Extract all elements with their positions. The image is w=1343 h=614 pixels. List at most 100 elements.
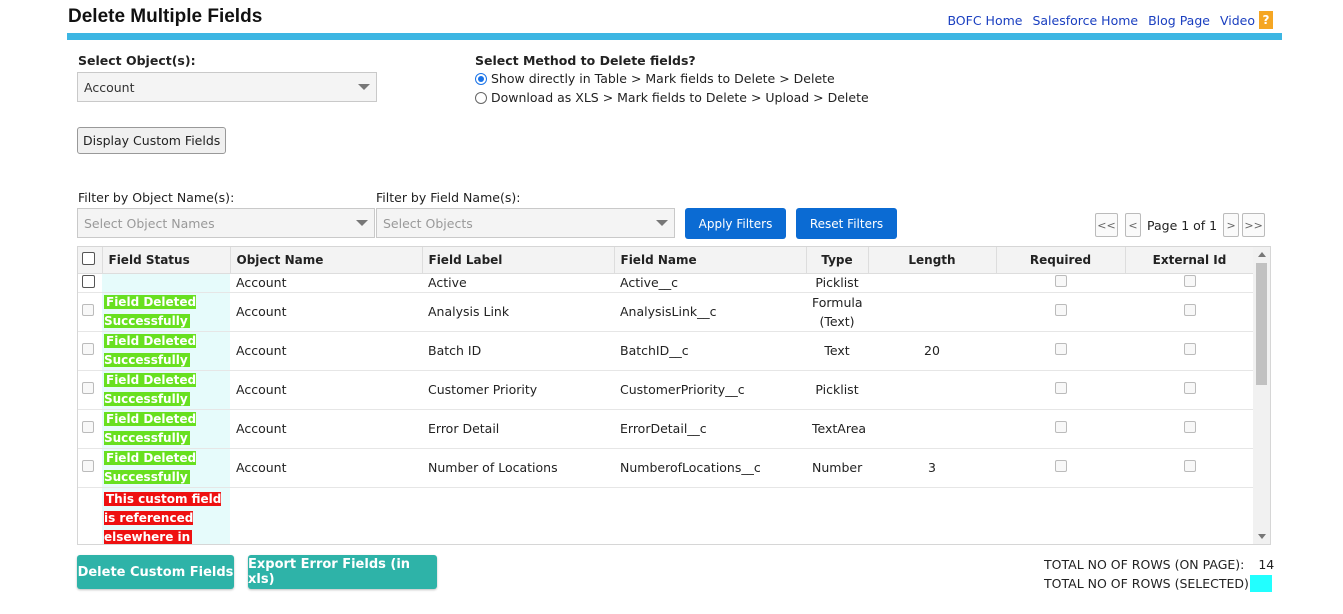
external-id-cell — [1125, 370, 1254, 410]
field-name-cell: ErrorDetail__c — [614, 409, 806, 449]
scroll-up-icon[interactable] — [1258, 252, 1266, 257]
length-cell: 20 — [868, 331, 996, 371]
field-status-cell: Field Deleted Successfully — [102, 409, 230, 449]
table-row: Field Deleted Successfully Account Numbe… — [78, 448, 1254, 488]
external-id-cell — [1125, 273, 1254, 293]
total-on-page-value: 14 — [1258, 557, 1275, 572]
next-page-button[interactable]: > — [1223, 213, 1240, 237]
scroll-down-icon[interactable] — [1258, 534, 1266, 539]
reset-filters-button[interactable]: Reset Filters — [796, 208, 897, 239]
select-object-dropdown[interactable]: Account — [77, 72, 377, 102]
field-label-cell: Number of Locations — [422, 448, 614, 488]
required-cell — [996, 292, 1125, 332]
empty-cell — [230, 487, 1254, 544]
required-cell — [996, 273, 1125, 293]
total-on-page-label: TOTAL NO OF ROWS (ON PAGE): — [1044, 557, 1245, 572]
field-label-cell: Analysis Link — [422, 292, 614, 332]
field-label-cell: Customer Priority — [422, 370, 614, 410]
row-select-cell — [78, 487, 102, 544]
filter-field-dropdown[interactable]: Select Objects — [376, 208, 675, 238]
scrollbar-thumb[interactable] — [1256, 263, 1267, 385]
table-row: This custom field is referenced elsewher… — [78, 487, 1254, 544]
object-name-cell: Account — [230, 448, 422, 488]
field-name-cell: Active__c — [614, 273, 806, 293]
external-id-cell — [1125, 409, 1254, 449]
method-option-xls-label: Download as XLS > Mark fields to Delete … — [491, 90, 869, 105]
radio-selected-icon[interactable] — [475, 72, 487, 85]
select-object-value: Account — [84, 79, 135, 95]
required-checkbox — [1054, 343, 1067, 355]
field-label-cell: Active — [422, 273, 614, 293]
total-rows-on-page: TOTAL NO OF ROWS (ON PAGE): 14 — [1044, 557, 1274, 572]
row-checkbox — [82, 382, 94, 394]
external-id-checkbox — [1183, 460, 1196, 472]
object-name-cell: Account — [230, 409, 422, 449]
method-option-table[interactable]: Show directly in Table > Mark fields to … — [475, 71, 835, 86]
filter-field-label: Filter by Field Name(s): — [376, 190, 521, 205]
row-checkbox — [82, 304, 94, 316]
prev-page-button[interactable]: < — [1125, 213, 1141, 237]
method-option-table-label: Show directly in Table > Mark fields to … — [491, 71, 835, 86]
length-cell — [868, 409, 996, 449]
page-title: Delete Multiple Fields — [68, 6, 263, 27]
field-status-cell: This custom field is referenced elsewher… — [102, 487, 230, 544]
field-name-cell: BatchID__c — [614, 331, 806, 371]
field-status-cell — [102, 273, 230, 293]
table-scrollbar[interactable] — [1253, 247, 1270, 544]
field-status-cell: Field Deleted Successfully — [102, 292, 230, 332]
external-id-checkbox — [1183, 304, 1196, 316]
header-external-id[interactable]: External Id — [1125, 247, 1255, 274]
select-all-checkbox[interactable] — [82, 251, 95, 265]
export-error-fields-button[interactable]: Export Error Fields (in xls) — [248, 555, 437, 589]
link-video[interactable]: Video — [1220, 13, 1255, 28]
row-select-cell — [78, 448, 102, 488]
object-name-cell: Account — [230, 331, 422, 371]
pagination: << < Page 1 of 1 > >> — [1095, 213, 1266, 237]
link-blog-page[interactable]: Blog Page — [1148, 13, 1210, 28]
required-cell — [996, 331, 1125, 371]
external-id-checkbox — [1183, 275, 1196, 287]
header-accent-bar — [67, 33, 1282, 40]
length-cell — [868, 370, 996, 410]
object-name-cell: Account — [230, 273, 422, 293]
total-selected-label: TOTAL NO OF ROWS (SELECTED): — [1044, 576, 1254, 591]
chevron-down-icon — [356, 220, 368, 226]
row-select-cell — [78, 409, 102, 449]
apply-filters-button[interactable]: Apply Filters — [685, 208, 786, 239]
header-object-name[interactable]: Object Name — [230, 247, 423, 274]
filter-field-placeholder: Select Objects — [383, 215, 473, 231]
help-icon[interactable]: ? — [1259, 11, 1273, 29]
external-id-cell — [1125, 331, 1254, 371]
row-checkbox[interactable] — [82, 274, 95, 288]
table-row: Field Deleted Successfully Account Custo… — [78, 370, 1254, 410]
delete-custom-fields-button[interactable]: Delete Custom Fields — [77, 555, 234, 589]
external-id-checkbox — [1183, 343, 1196, 355]
filter-object-dropdown[interactable]: Select Object Names — [77, 208, 375, 238]
required-checkbox — [1054, 304, 1067, 316]
link-bofc-home[interactable]: BOFC Home — [947, 13, 1022, 28]
display-custom-fields-button[interactable]: Display Custom Fields — [77, 127, 227, 154]
header-field-name[interactable]: Field Name — [614, 247, 807, 274]
length-cell: 3 — [868, 448, 996, 488]
row-select-cell — [78, 331, 102, 371]
link-salesforce-home[interactable]: Salesforce Home — [1032, 13, 1138, 28]
type-cell: Text — [806, 331, 868, 371]
type-cell: Picklist — [806, 370, 868, 410]
header-required[interactable]: Required — [996, 247, 1126, 274]
last-page-button[interactable]: >> — [1242, 213, 1266, 237]
radio-unselected-icon[interactable] — [475, 91, 487, 104]
first-page-button[interactable]: << — [1095, 213, 1118, 237]
method-option-xls[interactable]: Download as XLS > Mark fields to Delete … — [475, 90, 869, 105]
field-label-cell: Error Detail — [422, 409, 614, 449]
required-checkbox — [1054, 382, 1067, 394]
header-field-status[interactable]: Field Status — [102, 247, 231, 274]
selected-count-value — [1250, 575, 1272, 592]
header-field-label[interactable]: Field Label — [422, 247, 615, 274]
chevron-down-icon — [656, 220, 668, 226]
top-links: BOFC Home Salesforce Home Blog Page Vide… — [947, 11, 1273, 29]
table-row: Field Deleted Successfully Account Analy… — [78, 292, 1254, 332]
length-cell — [868, 273, 996, 293]
field-status-cell: Field Deleted Successfully — [102, 448, 230, 488]
header-length[interactable]: Length — [868, 247, 997, 274]
header-type[interactable]: Type — [806, 247, 869, 274]
